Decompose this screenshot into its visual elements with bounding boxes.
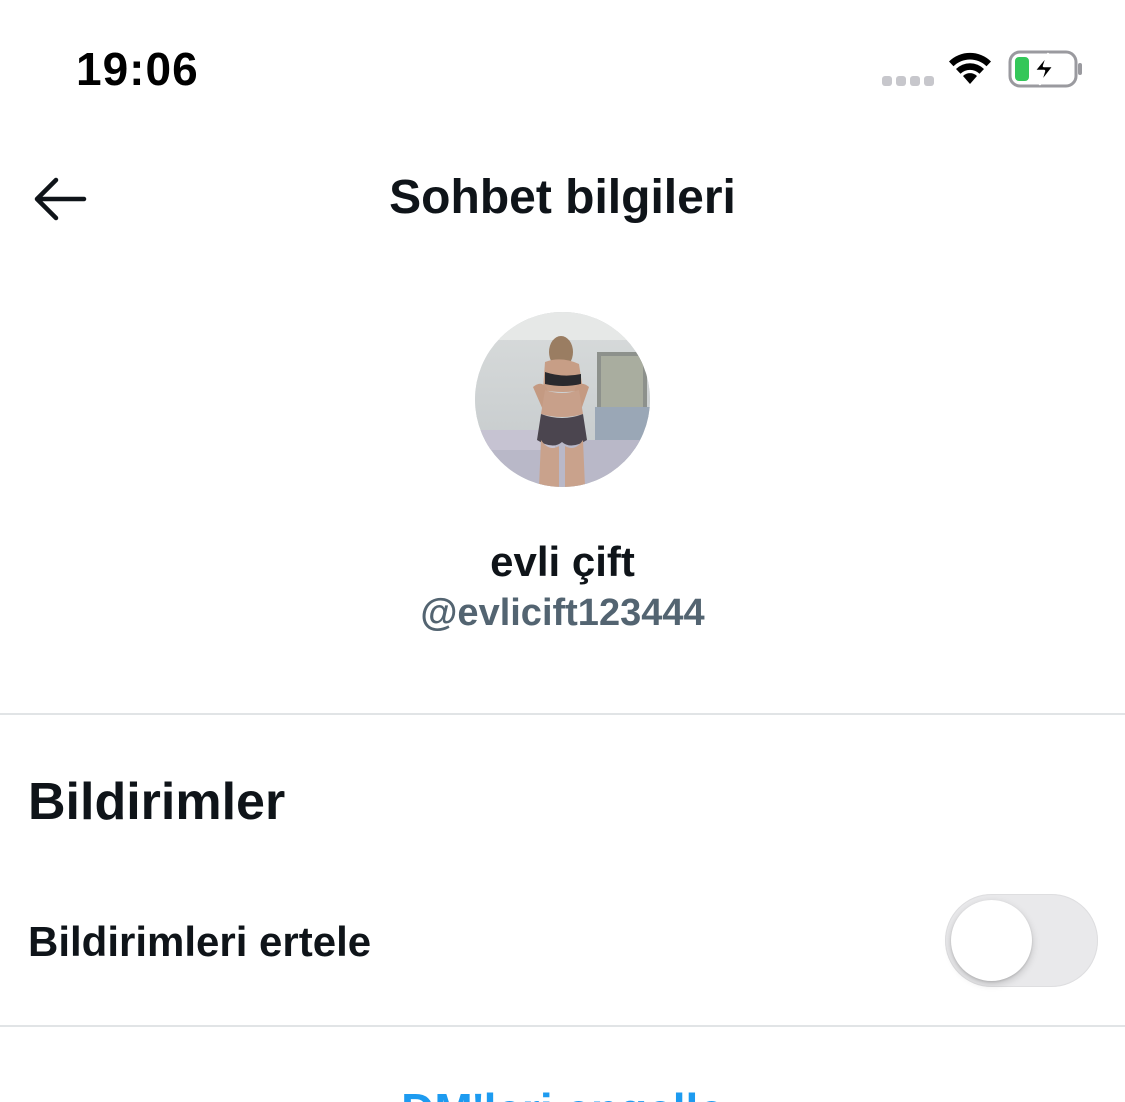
chat-info-screen: 19:06 Sohbet bilgileri evli çift @evlici… <box>0 0 1125 1102</box>
display-name: evli çift <box>490 538 635 585</box>
username: @evlicift123444 <box>420 592 705 634</box>
page-title: Sohbet bilgileri <box>389 171 736 224</box>
divider <box>0 713 1125 715</box>
snooze-notifications-toggle[interactable] <box>945 894 1098 987</box>
block-dms-button[interactable]: DM'leri engelle <box>0 1080 1125 1102</box>
wifi-icon <box>949 52 991 84</box>
status-time: 19:06 <box>76 43 199 95</box>
battery-charging-icon <box>1008 50 1082 88</box>
status-bar: 19:06 <box>0 0 1125 130</box>
divider <box>0 1025 1125 1027</box>
signal-dots-icon <box>882 76 934 86</box>
avatar[interactable] <box>475 312 650 487</box>
snooze-notifications-label: Bildirimleri ertele <box>28 918 372 965</box>
notifications-section-title: Bildirimler <box>28 773 286 831</box>
snooze-notifications-row: Bildirimleri ertele <box>0 880 1125 1000</box>
toggle-knob <box>951 900 1032 981</box>
avatar-photo <box>475 312 650 487</box>
header: Sohbet bilgileri <box>0 140 1125 256</box>
